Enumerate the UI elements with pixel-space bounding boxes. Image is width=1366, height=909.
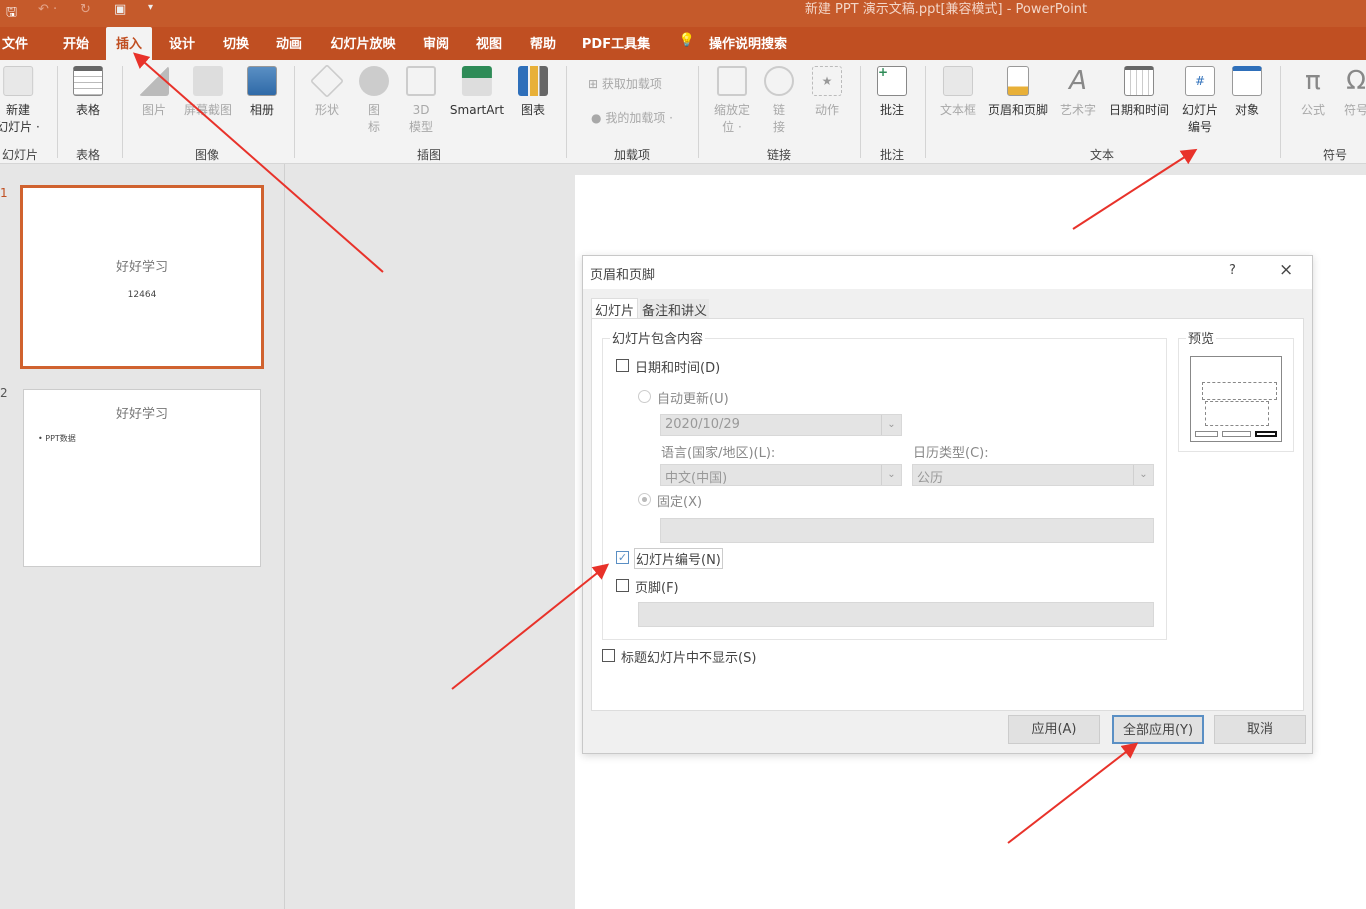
arrow-to-insert-tab <box>132 52 384 273</box>
arrow-to-apply-all <box>1007 742 1139 844</box>
arrow-to-slide-number <box>1072 148 1198 230</box>
annotation-arrows <box>132 52 1198 844</box>
arrow-to-checkbox <box>451 563 610 690</box>
